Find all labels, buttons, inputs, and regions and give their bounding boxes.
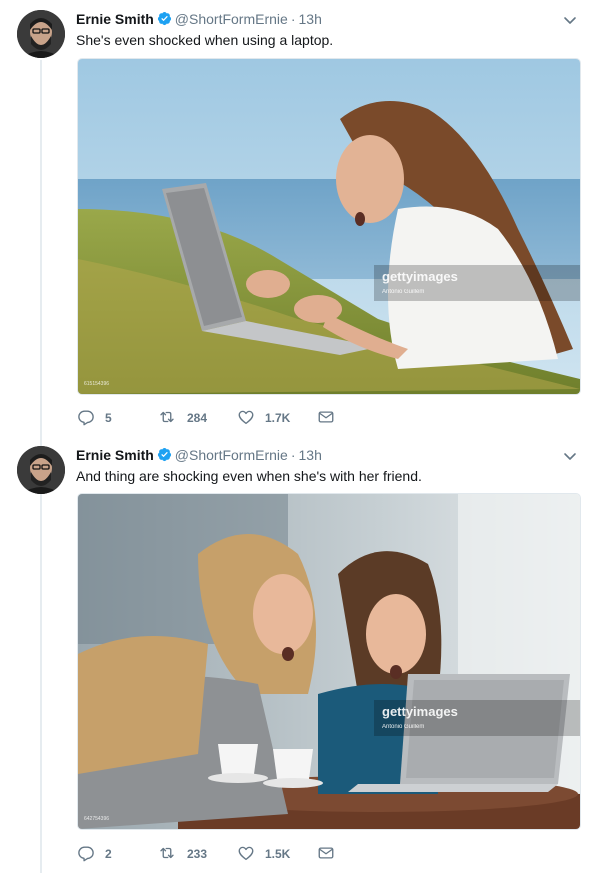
like-button[interactable]: 1.5K (237, 844, 290, 864)
author-name[interactable]: Ernie Smith (76, 447, 154, 463)
reply-count: 5 (105, 411, 112, 425)
tweet-photo[interactable]: gettyimages Antonio Guillem 642754396 (77, 493, 581, 830)
like-icon (237, 844, 255, 865)
stock-id: 642754396 (84, 816, 109, 822)
watermark-credit: Antonio Guillem (382, 289, 424, 295)
tweet[interactable]: Ernie Smith @ShortFormErnie · 13h She's eve… (0, 0, 610, 436)
like-count: 1.5K (265, 847, 291, 861)
author-handle[interactable]: @ShortFormErnie (175, 11, 288, 27)
tweet-text: She's even shocked when using a laptop. (76, 32, 334, 48)
watermark-brand: gettyimages (382, 704, 458, 719)
reply-icon (77, 408, 95, 429)
retweet-count: 284 (187, 411, 208, 425)
author-name[interactable]: Ernie Smith (76, 11, 154, 27)
like-icon (237, 408, 255, 429)
like-count: 1.7K (265, 411, 291, 425)
separator-dot: · (290, 447, 296, 463)
direct-message-icon (317, 408, 335, 429)
direct-message-button[interactable] (317, 844, 335, 864)
reply-button[interactable]: 5 (77, 408, 112, 428)
tweet-header: Ernie Smith @ShortFormErnie · 13h (76, 10, 322, 28)
chevron-down-icon[interactable] (562, 12, 578, 28)
tweet[interactable]: Ernie Smith @ShortFormErnie · 13h And thing… (0, 436, 610, 873)
tweet-text: And thing are shocking even when she's w… (76, 468, 422, 484)
retweet-icon (157, 844, 177, 865)
verified-badge-icon (157, 447, 172, 466)
tweet-photo[interactable]: gettyimages Antonio Guillem 615154396 (77, 58, 581, 395)
avatar[interactable] (17, 446, 65, 494)
retweet-button[interactable]: 284 (157, 408, 207, 428)
timestamp[interactable]: 13h (299, 11, 322, 27)
watermark-brand: gettyimages (382, 269, 458, 284)
direct-message-button[interactable] (317, 408, 335, 428)
timestamp[interactable]: 13h (299, 447, 322, 463)
reply-count: 2 (105, 847, 112, 861)
separator-dot: · (290, 11, 296, 27)
like-button[interactable]: 1.7K (237, 408, 290, 428)
retweet-icon (157, 408, 177, 429)
author-handle[interactable]: @ShortFormErnie (175, 447, 288, 463)
reply-button[interactable]: 2 (77, 844, 112, 864)
avatar[interactable] (17, 10, 65, 58)
retweet-count: 233 (187, 847, 208, 861)
tweet-header: Ernie Smith @ShortFormErnie · 13h (76, 446, 322, 464)
watermark-credit: Antonio Guillem (382, 724, 424, 730)
verified-badge-icon (157, 11, 172, 30)
reply-icon (77, 844, 95, 865)
stock-id: 615154396 (84, 381, 109, 387)
retweet-button[interactable]: 233 (157, 844, 207, 864)
chevron-down-icon[interactable] (562, 448, 578, 464)
direct-message-icon (317, 844, 335, 865)
